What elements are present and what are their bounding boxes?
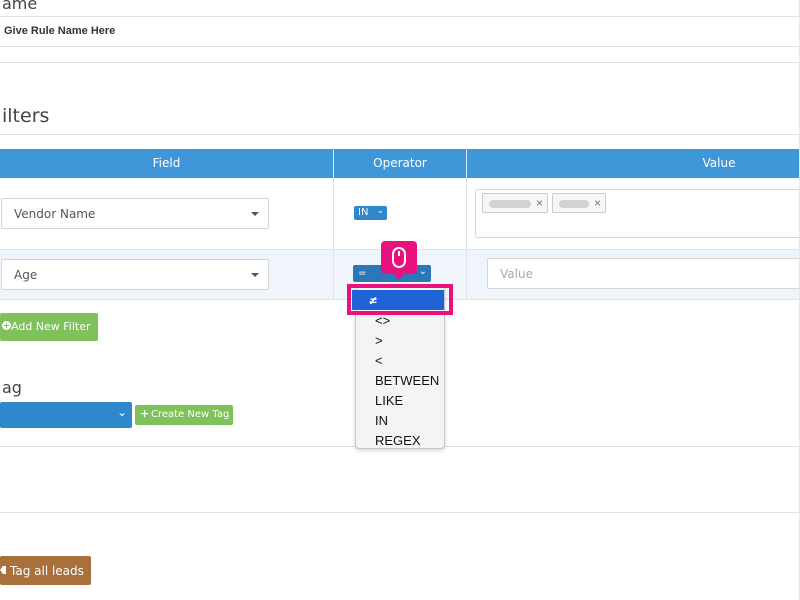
tag-select[interactable]: ⌄	[0, 402, 132, 428]
operator-select[interactable]: IN ⌄	[354, 206, 387, 220]
operator-option[interactable]: LIKE	[375, 393, 403, 408]
remove-icon[interactable]: ×	[536, 196, 543, 210]
tag-icon	[0, 566, 6, 574]
rule-name-value: Give Rule Name Here	[4, 25, 116, 37]
mouse-click-indicator	[381, 241, 417, 280]
divider	[0, 512, 800, 513]
redacted-value	[559, 200, 589, 208]
divider	[0, 134, 800, 135]
add-new-filter-button[interactable]: Add New Filter	[0, 313, 98, 341]
value-input-placeholder: Value	[500, 267, 533, 281]
filters-heading: ilters	[2, 105, 49, 127]
operator-option[interactable]: >	[375, 333, 383, 348]
value-input[interactable]: Value	[487, 258, 800, 289]
operator-select-value: =	[358, 268, 367, 279]
operator-option[interactable]: <	[375, 353, 383, 368]
chevron-down-icon: ⌄	[418, 266, 427, 277]
filters-table-header: Field Operator Value	[0, 149, 800, 178]
field-select-value: Vendor Name	[14, 207, 96, 221]
chevron-down-icon: ⌄	[376, 206, 384, 216]
header-separator	[333, 149, 334, 178]
value-tag-chip: ×	[552, 193, 606, 213]
divider	[0, 62, 800, 63]
tag-heading: ag	[2, 378, 22, 397]
rule-name-heading: ame	[2, 0, 37, 13]
add-new-filter-label: Add New Filter	[11, 320, 91, 333]
operator-select-value: IN	[358, 207, 369, 218]
field-select[interactable]: Age	[1, 259, 269, 290]
chevron-down-icon	[251, 273, 259, 277]
field-select-value: Age	[14, 268, 38, 282]
value-tag-chip: ×	[482, 193, 548, 213]
remove-icon[interactable]: ×	[594, 196, 601, 210]
column-header-operator: Operator	[373, 156, 427, 170]
highlight-frame	[347, 284, 453, 315]
mouse-icon	[392, 247, 406, 268]
tag-all-leads-button[interactable]: Tag all leads	[0, 556, 91, 585]
value-multiselect[interactable]: × ×	[475, 189, 800, 238]
operator-option[interactable]: <>	[375, 313, 390, 328]
create-new-tag-button[interactable]: + Create New Tag	[135, 405, 233, 425]
header-separator	[466, 149, 467, 178]
field-select[interactable]: Vendor Name	[1, 198, 269, 229]
filters-heading-text: ilters	[2, 105, 50, 127]
operator-option[interactable]: BETWEEN	[375, 373, 439, 388]
operator-option[interactable]: IN	[375, 413, 388, 428]
rule-editor-page: ame Give Rule Name Here ilters Field Ope…	[0, 0, 800, 600]
rule-name-input[interactable]: Give Rule Name Here	[0, 16, 800, 47]
plus-circle-icon	[2, 321, 11, 330]
column-header-field: Field	[152, 156, 181, 170]
redacted-value	[489, 200, 531, 208]
column-divider	[333, 178, 334, 299]
column-divider	[466, 178, 467, 299]
plus-icon: +	[140, 407, 150, 420]
tag-heading-text: ag	[2, 378, 22, 397]
operator-option[interactable]: REGEX	[375, 433, 421, 448]
rule-name-heading-text: ame	[2, 0, 38, 13]
column-header-value: Value	[702, 156, 736, 170]
tag-all-leads-label: Tag all leads	[10, 564, 84, 578]
create-new-tag-label: Create New Tag	[151, 409, 230, 420]
chevron-down-icon: ⌄	[116, 405, 127, 419]
chevron-down-icon	[251, 212, 259, 216]
